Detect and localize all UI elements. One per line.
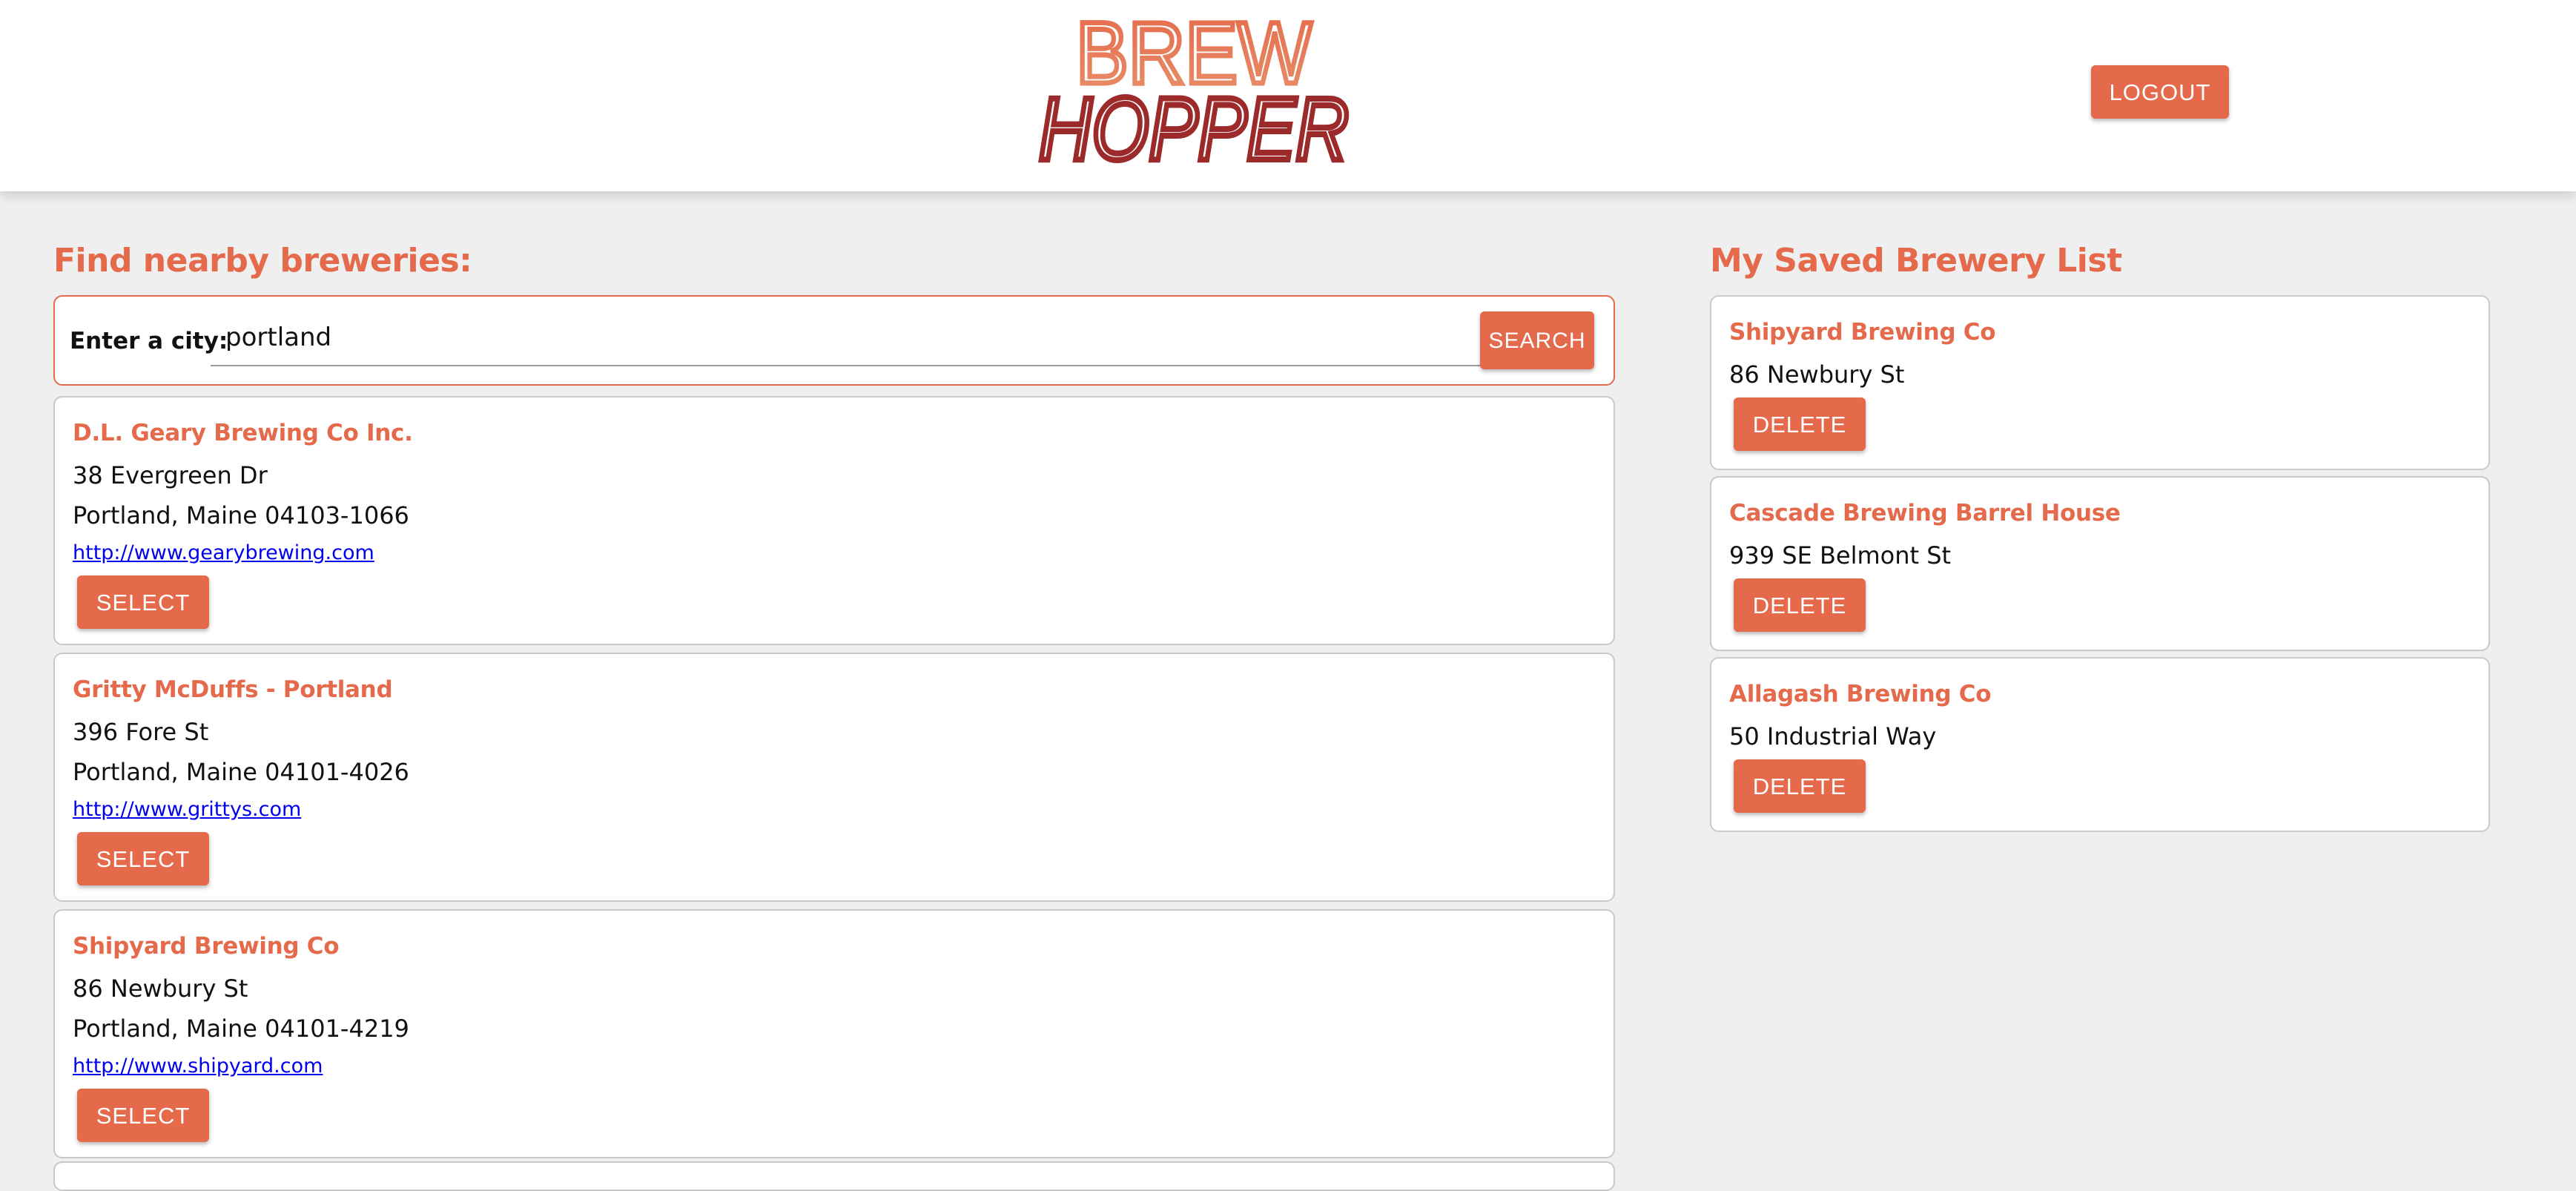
brewery-website-link[interactable]: http://www.shipyard.com (73, 1055, 323, 1078)
brewery-website-link[interactable]: http://www.grittys.com (73, 798, 301, 821)
city-input-label: Enter a city: (70, 328, 228, 354)
brewery-result-card-partial (53, 1161, 1615, 1191)
brewery-city-state-zip: Portland, Maine 04101-4026 (73, 758, 409, 786)
select-brewery-button[interactable]: SELECT (77, 575, 209, 629)
brewery-street: 396 Fore St (73, 718, 209, 746)
saved-list-heading: My Saved Brewery List (1710, 242, 2122, 280)
saved-brewery-street: 939 SE Belmont St (1729, 541, 1952, 570)
delete-brewery-button[interactable]: DELETE (1734, 578, 1866, 632)
find-breweries-heading: Find nearby breweries: (53, 242, 472, 280)
select-brewery-button[interactable]: SELECT (77, 1089, 209, 1142)
brewery-result-card: D.L. Geary Brewing Co Inc. 38 Evergreen … (53, 396, 1615, 645)
brewery-name: D.L. Geary Brewing Co Inc. (73, 420, 413, 446)
saved-brewery-card: Shipyard Brewing Co 86 Newbury St DELETE (1710, 295, 2490, 470)
brewery-name: Gritty McDuffs - Portland (73, 676, 393, 703)
brewery-city-state-zip: Portland, Maine 04103-1066 (73, 501, 409, 529)
brewery-street: 86 Newbury St (73, 974, 248, 1003)
delete-brewery-button[interactable]: DELETE (1734, 397, 1866, 451)
brewery-name: Shipyard Brewing Co (73, 933, 340, 960)
brewery-result-card: Gritty McDuffs - Portland 396 Fore St Po… (53, 653, 1615, 902)
saved-brewery-street: 50 Industrial Way (1729, 722, 1937, 750)
brew-hopper-logo[interactable]: BREW HOPPER (1031, 7, 1357, 178)
brewery-city-state-zip: Portland, Maine 04101-4219 (73, 1015, 409, 1043)
saved-brewery-street: 86 Newbury St (1729, 360, 1905, 389)
brewery-result-card: Shipyard Brewing Co 86 Newbury St Portla… (53, 909, 1615, 1158)
app-header: BREW HOPPER LOGOUT (0, 0, 2576, 191)
saved-brewery-card: Allagash Brewing Co 50 Industrial Way DE… (1710, 657, 2490, 832)
delete-brewery-button[interactable]: DELETE (1734, 759, 1866, 813)
saved-brewery-name: Allagash Brewing Co (1729, 681, 1992, 707)
saved-brewery-card: Cascade Brewing Barrel House 939 SE Belm… (1710, 476, 2490, 651)
logout-button[interactable]: LOGOUT (2091, 65, 2229, 119)
saved-brewery-name: Cascade Brewing Barrel House (1729, 500, 2121, 527)
city-search-form: Enter a city: SEARCH (53, 295, 1615, 386)
select-brewery-button[interactable]: SELECT (77, 832, 209, 885)
brewery-street: 38 Evergreen Dr (73, 461, 268, 489)
brewery-website-link[interactable]: http://www.gearybrewing.com (73, 541, 374, 564)
logo-graphic: BREW HOPPER (1036, 7, 1352, 178)
logo-word-hopper: HOPPER (1039, 79, 1349, 178)
saved-brewery-name: Shipyard Brewing Co (1729, 319, 1996, 346)
city-search-input[interactable] (211, 310, 1530, 366)
search-button[interactable]: SEARCH (1480, 311, 1594, 369)
